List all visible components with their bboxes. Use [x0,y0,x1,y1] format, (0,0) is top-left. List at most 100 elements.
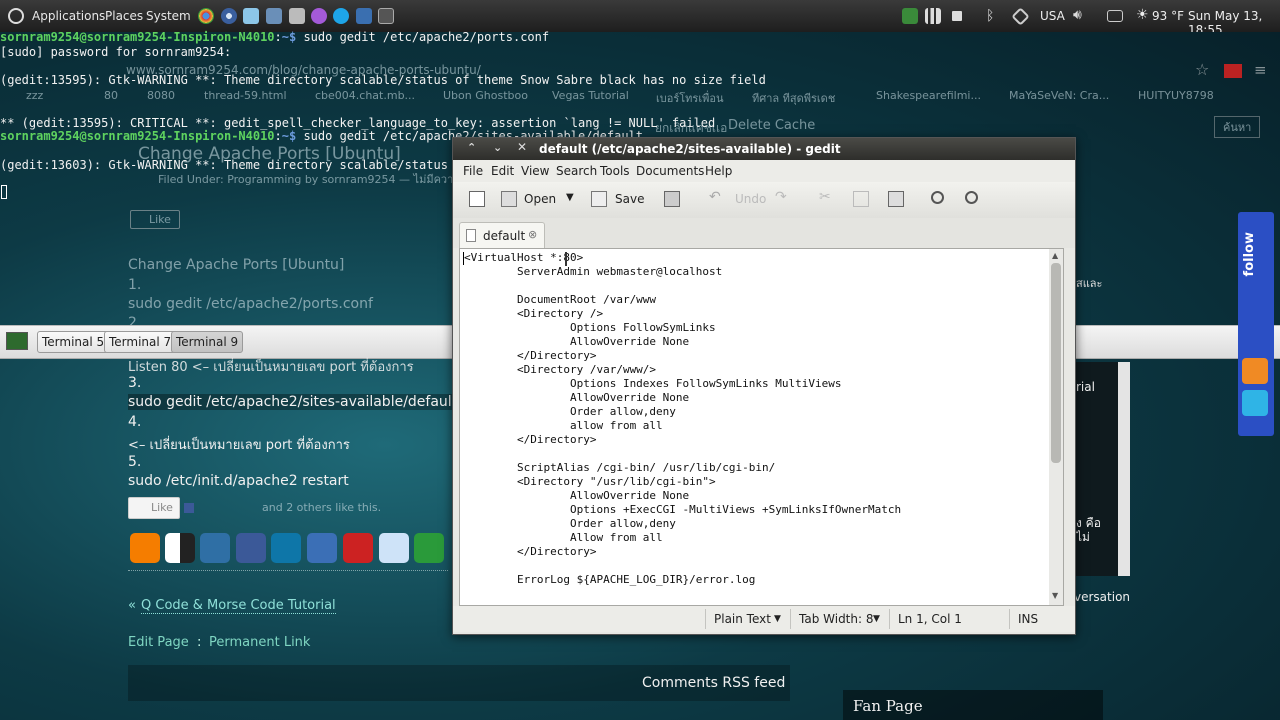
cursor-position: Ln 1, Col 1 [889,609,988,629]
taskbar-terminal-7[interactable]: Terminal 7 [104,331,177,353]
bluetooth-icon[interactable]: ᛒ [986,8,994,24]
step-3-number: 3. [128,375,142,391]
network-signal-icon[interactable] [925,8,941,24]
delicious-share-icon[interactable] [165,533,195,563]
permanent-link[interactable]: Permanent Link [209,635,310,650]
blogger-share-icon[interactable] [130,533,160,563]
mixx-share-icon[interactable] [343,533,373,563]
edit-page-link[interactable]: Edit Page [128,635,189,650]
menu-view[interactable]: View [521,164,549,178]
undo-icon[interactable]: ↶ [709,189,725,205]
terminal-launcher-icon[interactable] [378,8,394,24]
comments-rss-link[interactable]: Comments RSS feed [642,675,785,691]
linkedin-share-icon[interactable] [271,533,301,563]
stop-icon[interactable] [952,11,962,21]
save-button[interactable]: Save [615,192,644,206]
menu-search[interactable]: Search [556,164,597,178]
app-launcher-icon[interactable] [356,8,372,24]
terminal-line: (gedit:13595): Gtk-WARNING **: Theme dir… [0,73,766,87]
update-notifier-icon[interactable] [902,8,918,24]
open-folder-icon[interactable] [501,191,517,207]
save-icon[interactable] [591,191,607,207]
window-close-icon[interactable]: ✕ [517,140,527,154]
follow-widget[interactable]: follow [1238,212,1274,436]
new-document-icon[interactable] [469,191,485,207]
mail-icon[interactable] [1107,10,1123,22]
taskbar-terminal-9[interactable]: Terminal 9 [171,331,244,353]
firefox-launcher-icon[interactable] [221,8,237,24]
reddit-share-icon[interactable] [379,533,409,563]
ubuntu-logo-icon[interactable] [8,8,24,24]
menu-documents[interactable]: Documents [636,164,704,178]
gedit-window-title: default (/etc/apache2/sites-available) -… [539,142,841,156]
code-line: ErrorLog ${APACHE_LOG_DIR}/error.log [464,573,756,586]
gedit-toolbar: Open ▼ Save ↶ Undo ↷ ✂ [453,182,1075,219]
screenshot-launcher-icon[interactable] [289,8,305,24]
follow-label: follow [1242,232,1257,277]
taskbar-terminal-5[interactable]: Terminal 5 [37,331,110,353]
gedit-titlebar[interactable]: ⌃ ⌄ ✕ default (/etc/apache2/sites-availa… [453,138,1075,160]
tab-close-icon[interactable]: ⊗ [528,228,537,241]
insert-mode: INS [1009,609,1058,629]
scrollbar-thumb[interactable] [1051,263,1061,463]
chat-launcher-icon[interactable] [311,8,327,24]
like-button[interactable]: Like [128,497,180,519]
terminal-line: (gedit:13603): Gtk-WARNING **: Theme dir… [0,158,499,172]
code-line: </Directory> [464,433,597,446]
facebook-share-icon[interactable] [236,533,266,563]
find-replace-icon[interactable] [965,191,978,204]
terminal-cursor [1,185,7,199]
gedit-menubar: File Edit View Search Tools Documents He… [453,160,1075,182]
menu-file[interactable]: File [463,164,483,178]
redo-icon[interactable]: ↷ [775,189,791,205]
code-line: AllowOverride None [464,335,690,348]
temperature[interactable]: 93 °F [1152,9,1184,23]
weather-icon[interactable]: ☀ [1136,7,1149,23]
tab-width-dropdown-icon: ▼ [873,614,880,624]
menu-tools[interactable]: Tools [600,164,630,178]
show-desktop-icon[interactable] [6,332,28,350]
image-launcher-icon[interactable] [266,8,282,24]
digg-share-icon[interactable] [200,533,230,563]
menu-help[interactable]: Help [705,164,732,178]
tab-default[interactable]: default ⊗ [459,222,545,249]
volume-icon[interactable]: 🔊︎ [1073,7,1082,23]
steps-heading: Change Apache Ports [Ubuntu] [128,257,345,273]
text-cursor [463,252,464,265]
step-4-number: 4. [128,414,142,430]
chrome-launcher-icon[interactable] [198,8,214,24]
text-editor-area[interactable]: <VirtualHost *:80> ServerAdmin webmaster… [459,248,1051,606]
keyboard-layout[interactable]: USA [1040,9,1065,23]
rss-icon[interactable] [1242,358,1268,384]
menu-places[interactable]: Places [105,9,143,23]
language-selector[interactable]: Plain Text ▼ [705,609,792,629]
editor-scrollbar[interactable]: ▲ ▼ [1049,248,1064,606]
connection-icon[interactable] [1011,7,1030,26]
window-maximize-icon[interactable]: ⌄ [493,141,502,154]
menu-applications[interactable]: Applications [32,9,105,23]
document-launcher-icon[interactable] [243,8,259,24]
tab-width-selector[interactable]: Tab Width: 8 ▼ [790,609,887,629]
find-icon[interactable] [931,191,944,204]
undo-button[interactable]: Undo [735,192,766,206]
scroll-down-icon[interactable]: ▼ [1052,591,1058,600]
print-icon[interactable] [664,191,680,207]
twitter-icon[interactable] [1242,390,1268,416]
gedit-window[interactable]: ⌃ ⌄ ✕ default (/etc/apache2/sites-availa… [452,137,1076,635]
stumbleupon-share-icon[interactable] [414,533,444,563]
step-1-number: 1. [128,277,142,293]
window-minimize-icon[interactable]: ⌃ [467,141,476,154]
prev-post-link[interactable]: Q Code & Morse Code Tutorial [141,598,336,614]
cut-icon[interactable]: ✂ [819,189,835,205]
code-line: Order allow,deny [464,517,676,530]
menu-edit[interactable]: Edit [491,164,514,178]
open-dropdown-icon[interactable]: ▼ [566,192,574,203]
copy-icon[interactable] [853,191,869,207]
sidebar-scrollbar[interactable] [1118,362,1130,576]
scroll-up-icon[interactable]: ▲ [1052,251,1058,260]
open-button[interactable]: Open [524,192,556,206]
myspace-share-icon[interactable] [307,533,337,563]
menu-system[interactable]: System [146,9,191,23]
paste-icon[interactable] [888,191,904,207]
skype-launcher-icon[interactable] [333,8,349,24]
